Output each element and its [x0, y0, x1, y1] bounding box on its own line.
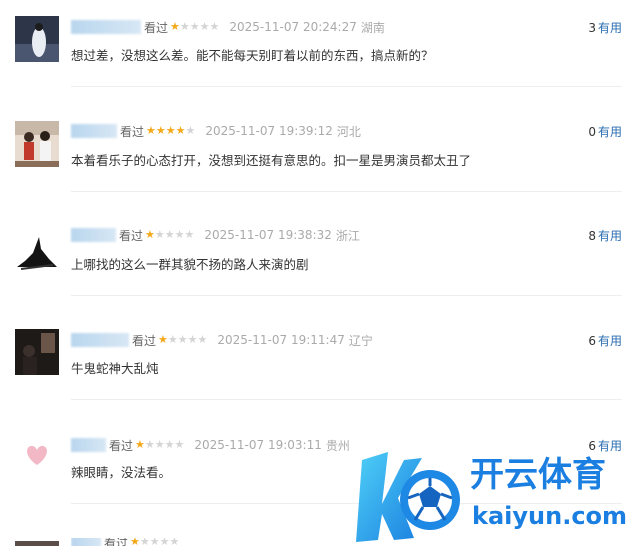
star-empty-icon: ★ [144, 438, 155, 451]
comment-text: 本着看乐子的心态打开，没想到还挺有意思的。扣一星是男演员都太丑了 [71, 153, 472, 168]
useful-count: 0 [588, 125, 596, 139]
avatar[interactable] [15, 433, 59, 479]
useful-label: 有用 [597, 21, 622, 35]
watched-label: 看过 [144, 20, 169, 35]
star-filled-icon: ★ [130, 538, 140, 546]
useful-button[interactable]: 0 有用 [588, 123, 622, 140]
avatar[interactable] [15, 329, 59, 375]
useful-button[interactable]: 6 有用 [588, 332, 622, 349]
avatar[interactable] [15, 121, 59, 167]
useful-label: 有用 [597, 229, 622, 243]
rating-stars: ★ ★ ★ ★ ★ [145, 229, 194, 241]
watched-label: 看过 [120, 124, 145, 139]
watched-label: 看过 [119, 228, 144, 243]
star-empty-icon: ★ [159, 538, 170, 546]
star-empty-icon: ★ [174, 438, 185, 451]
comment-time: 2025-11-07 19:38:32 [204, 228, 332, 242]
divider [71, 399, 622, 400]
comment-meta: 看过 ★ ★ ★ ★ ★ [71, 538, 189, 546]
comment-location: 浙江 [335, 228, 360, 243]
comment-location: 辽宁 [348, 333, 373, 348]
comment-time: 2025-11-07 19:03:11 [194, 438, 322, 452]
useful-label: 有用 [597, 125, 622, 139]
watermark-brand: 开云体育 [470, 455, 606, 495]
avatar[interactable] [15, 536, 59, 546]
comment-text: 牛鬼蛇神大乱炖 [71, 361, 159, 376]
comment-time: 2025-11-07 19:39:12 [205, 124, 333, 138]
comment-location: 河北 [336, 124, 361, 139]
divider [71, 191, 622, 192]
star-filled-icon: ★ [165, 124, 176, 137]
useful-count: 6 [588, 334, 596, 348]
username[interactable] [71, 333, 129, 347]
comment-meta: 看过 ★ ★ ★ ★ ★ 2025-11-07 19:03:11 贵州 [71, 437, 350, 453]
watched-label: 看过 [104, 538, 129, 546]
watched-label: 看过 [132, 333, 157, 348]
useful-count: 8 [588, 229, 596, 243]
username[interactable] [71, 538, 101, 546]
divider [71, 295, 622, 296]
star-empty-icon: ★ [167, 333, 178, 346]
star-empty-icon: ★ [209, 20, 220, 33]
comment-meta: 看过 ★ ★ ★ ★ ★ 2025-11-07 19:11:47 辽宁 [71, 332, 373, 348]
star-empty-icon: ★ [199, 20, 210, 33]
watermark-logo: 开云体育 kaiyun.com [352, 442, 637, 546]
useful-label: 有用 [597, 334, 622, 348]
comment-time: 2025-11-07 19:11:47 [217, 333, 345, 347]
star-filled-icon: ★ [175, 124, 186, 137]
comment-location: 贵州 [325, 438, 350, 453]
star-empty-icon: ★ [189, 20, 200, 33]
useful-button[interactable]: 8 有用 [588, 227, 622, 244]
star-empty-icon: ★ [184, 228, 195, 241]
useful-button[interactable]: 3 有用 [588, 19, 622, 36]
rating-stars: ★ ★ ★ ★ ★ [135, 439, 184, 451]
star-empty-icon: ★ [154, 228, 165, 241]
comment-time: 2025-11-07 20:24:27 [229, 20, 357, 34]
comment-meta: 看过 ★ ★ ★ ★ ★ 2025-11-07 19:38:32 浙江 [71, 227, 360, 243]
divider [71, 86, 622, 87]
kaiyun-logo-icon: 开云体育 kaiyun.com [356, 452, 627, 542]
comment-location: 湖南 [360, 20, 385, 35]
star-empty-icon: ★ [185, 124, 196, 137]
rating-stars: ★ ★ ★ ★ ★ [158, 334, 207, 346]
star-empty-icon: ★ [174, 228, 185, 241]
star-filled-icon: ★ [145, 228, 155, 241]
useful-count: 3 [588, 21, 596, 35]
comment-text: 上哪找的这么一群其貌不扬的路人来演的剧 [71, 257, 309, 272]
rating-stars: ★ ★ ★ ★ ★ [170, 21, 219, 33]
star-empty-icon: ★ [139, 538, 150, 546]
comment-text: 辣眼睛，没法看。 [71, 465, 172, 480]
star-filled-icon: ★ [135, 438, 145, 451]
star-empty-icon: ★ [169, 538, 180, 546]
star-filled-icon: ★ [170, 20, 180, 33]
watched-label: 看过 [109, 438, 134, 453]
username[interactable] [71, 124, 117, 138]
comment-meta: 看过 ★ ★ ★ ★ ★ 2025-11-07 20:24:27 湖南 [71, 19, 385, 35]
comment-text: 想过差，没想这么差。能不能每天别盯着以前的东西，搞点新的？ [71, 48, 434, 63]
star-filled-icon: ★ [146, 124, 156, 137]
star-empty-icon: ★ [179, 20, 190, 33]
star-filled-icon: ★ [158, 333, 168, 346]
star-empty-icon: ★ [164, 438, 175, 451]
rating-stars: ★ ★ ★ ★ ★ [146, 125, 195, 137]
rating-stars: ★ ★ ★ ★ ★ [130, 538, 179, 546]
star-empty-icon: ★ [197, 333, 208, 346]
watermark-url: kaiyun.com [472, 502, 627, 530]
comment-meta: 看过 ★ ★ ★ ★ ★ 2025-11-07 19:39:12 河北 [71, 123, 361, 139]
username[interactable] [71, 228, 116, 242]
avatar[interactable] [15, 16, 59, 62]
star-empty-icon: ★ [149, 538, 160, 546]
avatar[interactable] [15, 225, 59, 271]
star-empty-icon: ★ [164, 228, 175, 241]
username[interactable] [71, 438, 106, 452]
username[interactable] [71, 20, 141, 34]
star-empty-icon: ★ [187, 333, 198, 346]
star-empty-icon: ★ [154, 438, 165, 451]
star-filled-icon: ★ [155, 124, 166, 137]
star-empty-icon: ★ [177, 333, 188, 346]
